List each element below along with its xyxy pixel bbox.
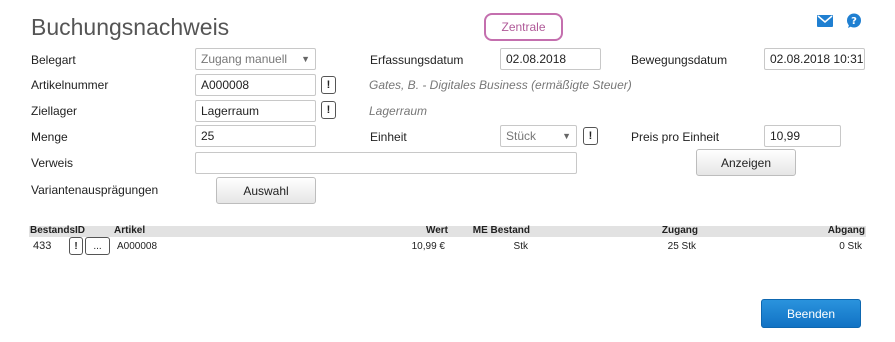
- preis-field[interactable]: 10,99: [764, 125, 841, 147]
- page-title: Buchungsnachweis: [31, 14, 230, 40]
- artikel-lookup-button[interactable]: !: [321, 76, 336, 94]
- location-button[interactable]: Zentrale: [484, 13, 563, 41]
- verweis-label: Verweis: [31, 156, 74, 170]
- verweis-field[interactable]: [195, 152, 577, 174]
- einheit-value: Stück: [506, 129, 537, 143]
- erfassungsdatum-field[interactable]: 02.08.2018: [500, 48, 601, 70]
- chevron-down-icon: ▼: [562, 131, 571, 141]
- erfassungsdatum-label: Erfassungsdatum: [370, 53, 464, 67]
- ziellager-info: Lagerraum: [369, 104, 428, 118]
- auswahl-button[interactable]: Auswahl: [216, 177, 316, 204]
- row-artikel: A000008: [117, 241, 158, 252]
- column-header-abgang[interactable]: Abgang: [800, 225, 865, 236]
- preis-label: Preis pro Einheit: [631, 130, 720, 144]
- column-header-me-bestand[interactable]: ME Bestand: [465, 225, 530, 236]
- menge-field[interactable]: 25: [195, 125, 316, 147]
- artikel-info: Gates, B. - Digitales Business (ermäßigt…: [369, 78, 632, 92]
- question-bubble-icon: ?: [847, 13, 861, 28]
- artikelnummer-label: Artikelnummer: [31, 78, 109, 92]
- row-abgang: 0 Stk: [839, 241, 862, 252]
- ziellager-label: Ziellager: [31, 104, 78, 118]
- bewegungsdatum-field[interactable]: 02.08.2018 10:31: [764, 48, 865, 70]
- svg-text:?: ?: [851, 16, 857, 27]
- row-warning-button[interactable]: !: [69, 237, 83, 255]
- help-button[interactable]: ?: [845, 12, 863, 30]
- artikelnummer-field[interactable]: A000008: [195, 74, 316, 96]
- row-me-bestand: Stk: [513, 241, 528, 252]
- anzeigen-button[interactable]: Anzeigen: [696, 149, 796, 176]
- belegart-label: Belegart: [31, 53, 76, 67]
- chevron-down-icon: ▼: [301, 54, 310, 64]
- mail-button[interactable]: [816, 12, 834, 30]
- ziellager-field[interactable]: Lagerraum: [195, 100, 316, 122]
- varianten-label: Variantenausprägungen: [31, 183, 159, 197]
- column-header-wert[interactable]: Wert: [420, 225, 448, 236]
- column-header-bestandsid[interactable]: BestandsID: [30, 225, 85, 236]
- belegart-select[interactable]: Zugang manuell ▼: [195, 48, 316, 70]
- column-header-artikel[interactable]: Artikel: [114, 225, 145, 236]
- einheit-select[interactable]: Stück ▼: [500, 125, 577, 147]
- envelope-icon: [817, 15, 833, 27]
- menge-label: Menge: [31, 130, 68, 144]
- row-zugang: 25 Stk: [667, 241, 696, 252]
- belegart-value: Zugang manuell: [201, 52, 288, 66]
- row-wert: 10,99 €: [411, 241, 445, 252]
- column-header-zugang[interactable]: Zugang: [640, 225, 698, 236]
- beenden-button[interactable]: Beenden: [761, 299, 861, 328]
- ziellager-lookup-button[interactable]: !: [321, 101, 336, 119]
- row-bestandsid: 433: [33, 240, 52, 252]
- einheit-label: Einheit: [370, 130, 407, 144]
- row-detail-button[interactable]: ...: [85, 237, 110, 255]
- bewegungsdatum-label: Bewegungsdatum: [631, 53, 728, 67]
- einheit-lookup-button[interactable]: !: [583, 127, 598, 145]
